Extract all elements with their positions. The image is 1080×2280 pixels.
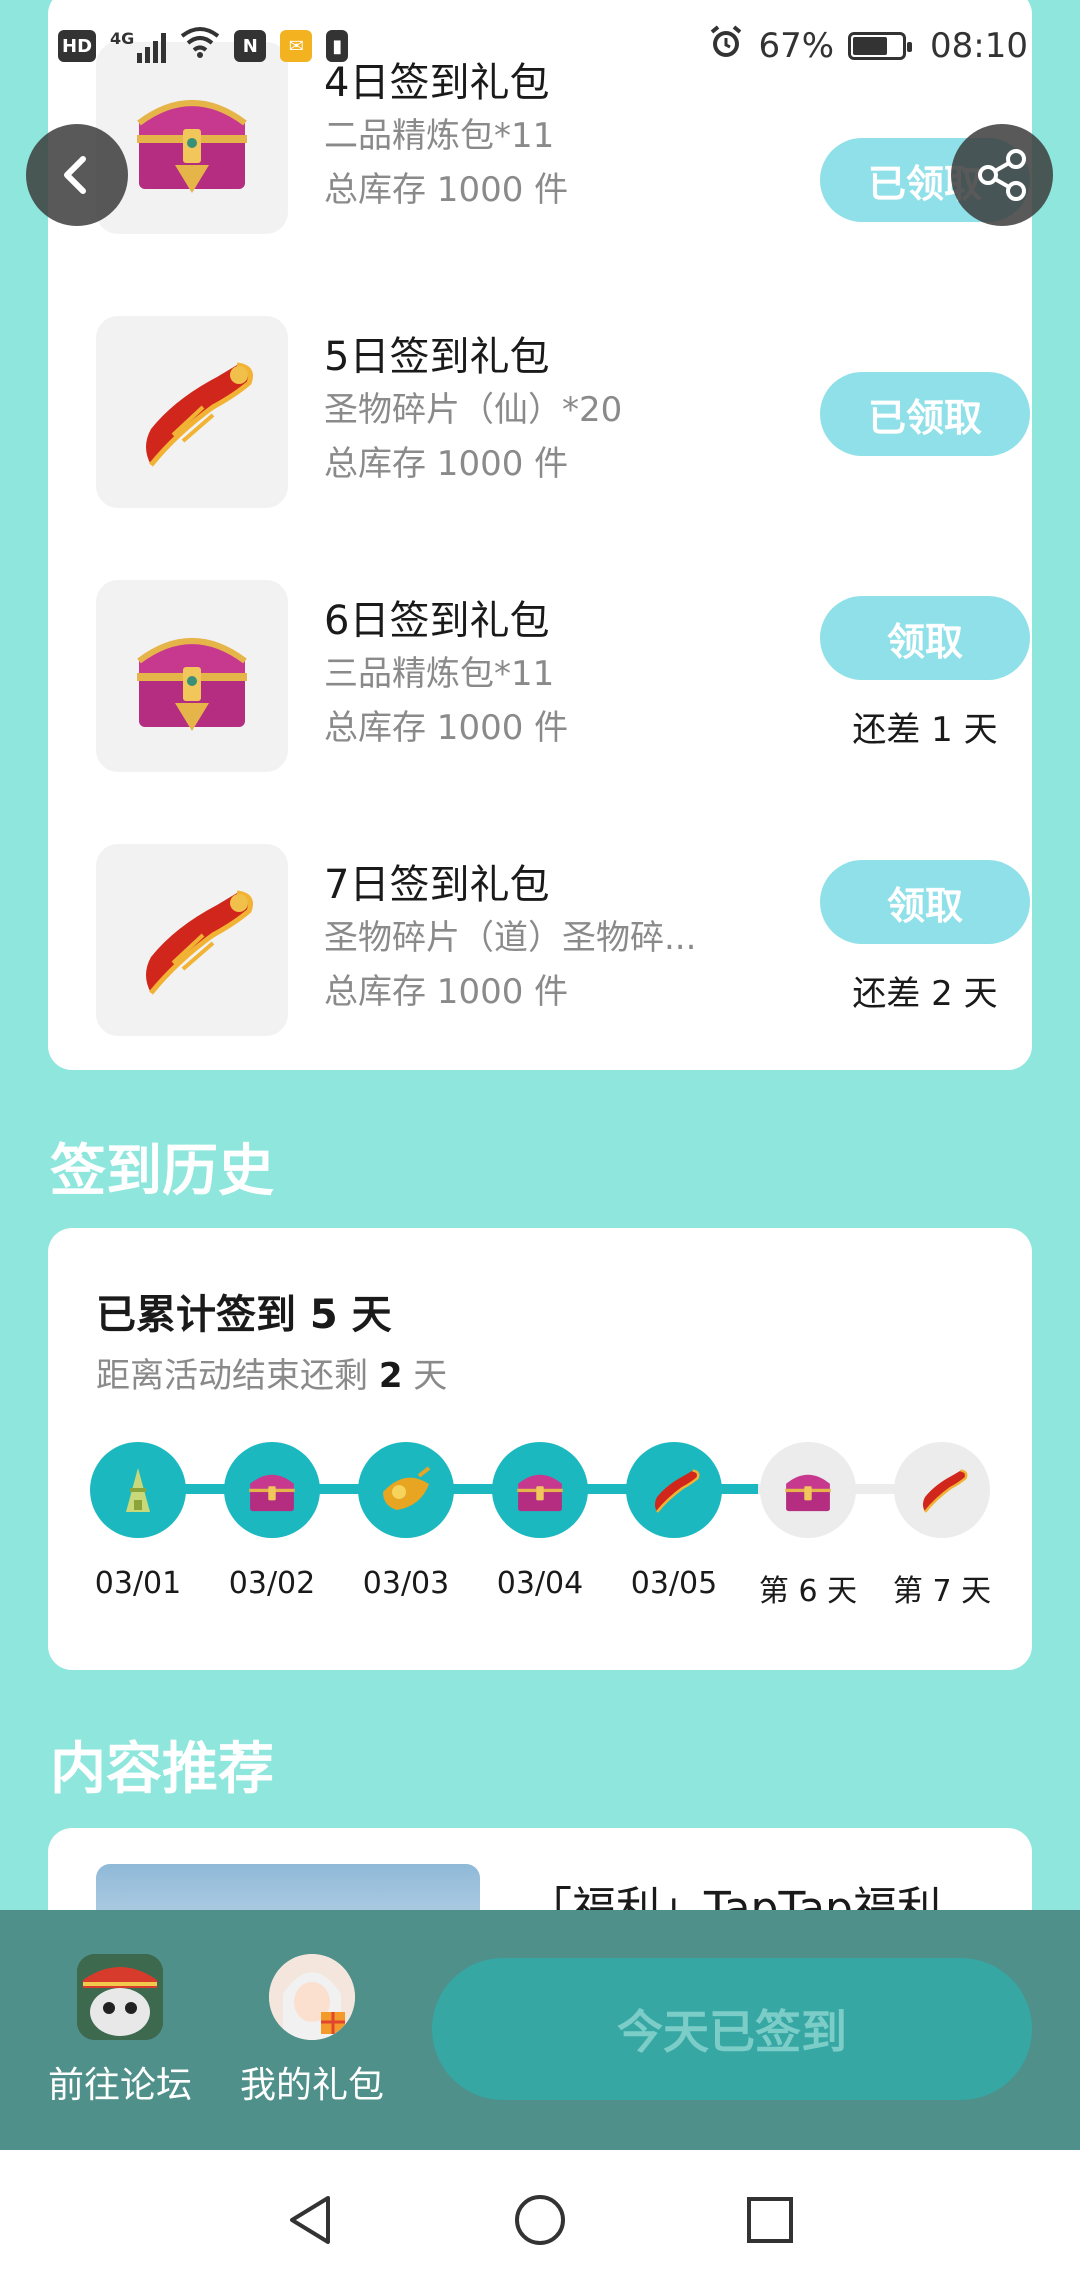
history-remaining: 距离活动结束还剩 2 天 [96,1356,448,1396]
gift-row-day7: 7日签到礼包 圣物碎片（道）圣物碎... 总库存 1000 件 领取 还差 2 … [96,844,1030,1044]
history-card: 已累计签到 5 天 距离活动结束还剩 2 天 03/01 03/02 03/03… [48,1228,1032,1670]
gift-claim-button[interactable]: 领取 [820,860,1030,944]
hd-icon: HD [58,30,97,62]
recommend-heading: 内容推荐 [50,1737,274,1802]
gift-claim-button[interactable]: 领取 [820,596,1030,680]
gift-desc: 圣物碎片（仙）*20 [324,390,623,430]
nav-home-icon[interactable] [510,2190,570,2250]
battery-percent: 67% [758,26,835,66]
gift-desc: 圣物碎片（道）圣物碎... [324,918,697,958]
clock-time: 08:10 [930,26,1028,66]
day-label-2: 03/02 [228,1566,316,1601]
gift-title: 5日签到礼包 [324,334,550,380]
mail-icon: ✉ [280,30,313,62]
day-label-6: 第 6 天 [758,1574,858,1609]
day-node-5 [626,1442,722,1538]
day-node-4 [492,1442,588,1538]
forum-button[interactable]: 前往论坛 [40,1954,200,2108]
gift-stock: 总库存 1000 件 [324,444,569,484]
chevron-left-icon [64,156,86,194]
back-button[interactable] [26,124,128,226]
my-gifts-button[interactable]: 我的礼包 [232,1954,392,2108]
relic-shard-icon [654,1469,700,1513]
share-button[interactable] [951,124,1053,226]
treasure-chest-icon [249,1474,295,1512]
history-total-days: 已累计签到 5 天 [96,1292,392,1338]
my-gifts-label: 我的礼包 [239,2065,384,2106]
game-avatar-icon [77,1954,163,2040]
gift-stock: 总库存 1000 件 [324,708,569,748]
share-icon [978,149,1026,201]
day-label-1: 03/01 [94,1566,182,1601]
character-avatar-icon [269,1954,355,2040]
jade-token-icon [126,1468,150,1512]
day-node-2 [224,1442,320,1538]
treasure-chest-icon [137,638,247,731]
treasure-chest-icon [785,1474,831,1512]
gift-desc: 三品精炼包*11 [324,654,555,694]
day-node-3 [358,1442,454,1538]
gift-list-card: 4日签到礼包 二品精炼包*11 总库存 1000 件 已领取 5日签到礼包 圣物… [48,0,1032,1070]
gift-desc: 二品精炼包*11 [324,116,555,156]
golden-ornament-icon [383,1466,431,1510]
gift-days-remaining: 还差 1 天 [852,710,998,750]
day-node-6 [760,1442,856,1538]
signal-4g-icon: 4G [110,29,167,63]
day-label-3: 03/03 [362,1566,450,1601]
gift-stock: 总库存 1000 件 [324,170,569,210]
nav-recents-icon[interactable] [740,2190,800,2250]
relic-shard-icon [146,890,253,995]
day-node-7 [894,1442,990,1538]
gift-thumb [96,316,288,508]
relic-shard-icon [146,362,253,467]
gift-claimed-button[interactable]: 已领取 [820,372,1030,456]
gift-title: 6日签到礼包 [324,598,550,644]
day-label-5: 03/05 [630,1566,718,1601]
alarm-icon [708,24,744,69]
battery-saver-icon: ▮ [326,30,349,62]
wifi-icon [180,26,220,67]
gift-row-day5: 5日签到礼包 圣物碎片（仙）*20 总库存 1000 件 已领取 [96,316,1030,516]
day-label-4: 03/04 [496,1566,584,1601]
forum-label: 前往论坛 [47,2065,192,2106]
gift-title: 7日签到礼包 [324,862,550,908]
system-nav-bar [0,2150,1080,2280]
nav-back-icon[interactable] [280,2190,340,2250]
nfc-icon: N [234,30,267,62]
checked-in-button[interactable]: 今天已签到 [432,1958,1032,2100]
status-bar: HD 4G N ✉ ▮ 67% 08:10 [0,0,1080,92]
status-left-icons: HD 4G N ✉ ▮ [58,26,349,67]
battery-icon [848,32,913,60]
status-right-icons: 67% 08:10 [708,24,1028,69]
treasure-chest-icon [137,100,247,193]
day-label-7: 第 7 天 [892,1574,992,1609]
gift-thumb [96,580,288,772]
gift-thumb [96,844,288,1036]
gift-days-remaining: 还差 2 天 [852,974,998,1014]
gift-stock: 总库存 1000 件 [324,972,569,1012]
history-heading: 签到历史 [50,1139,274,1204]
bottom-action-bar: 前往论坛 我的礼包 今天已签到 [0,1910,1080,2150]
treasure-chest-icon [517,1474,563,1512]
gift-row-day6: 6日签到礼包 三品精炼包*11 总库存 1000 件 领取 还差 1 天 [96,580,1030,780]
relic-shard-icon [922,1469,968,1513]
day-node-1 [90,1442,186,1538]
